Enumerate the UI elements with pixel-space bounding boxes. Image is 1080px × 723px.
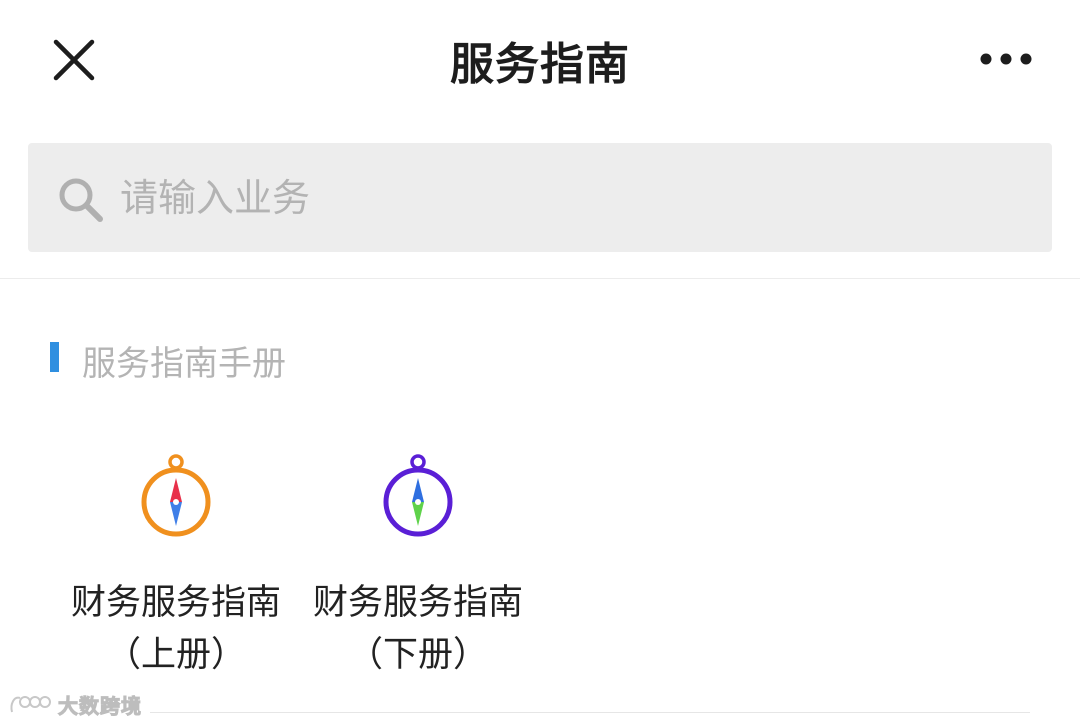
guide-title: 财务服务指南 [70,583,281,623]
watermark-logo [10,696,51,713]
compass-icon [383,454,453,537]
search-input[interactable] [120,169,1000,227]
guide-title: 财务服务指南 [312,583,523,623]
section-title: 服务指南手册 [82,344,286,384]
service-guide-page: 服务指南 服务指南手册 财务服务指南 （上册） [0,0,1080,723]
divider [0,278,1080,279]
search-bar[interactable] [28,143,1052,252]
header: 服务指南 [0,0,1080,120]
compass-icon [141,454,211,537]
divider [150,712,1030,713]
watermark: 大数跨境 [8,690,142,718]
watermark-text: 大数跨境 [58,693,142,718]
guide-item-volume-1[interactable]: 财务服务指南 （上册） [56,450,296,680]
guide-subtitle: （上册） [105,635,246,675]
section-accent-bar [50,342,59,372]
guide-subtitle: （下册） [347,635,488,675]
more-dots-icon [980,53,1032,65]
search-icon [59,178,103,222]
guide-item-volume-2[interactable]: 财务服务指南 （下册） [298,450,538,680]
more-button[interactable] [976,44,1036,74]
page-title: 服务指南 [450,39,630,90]
